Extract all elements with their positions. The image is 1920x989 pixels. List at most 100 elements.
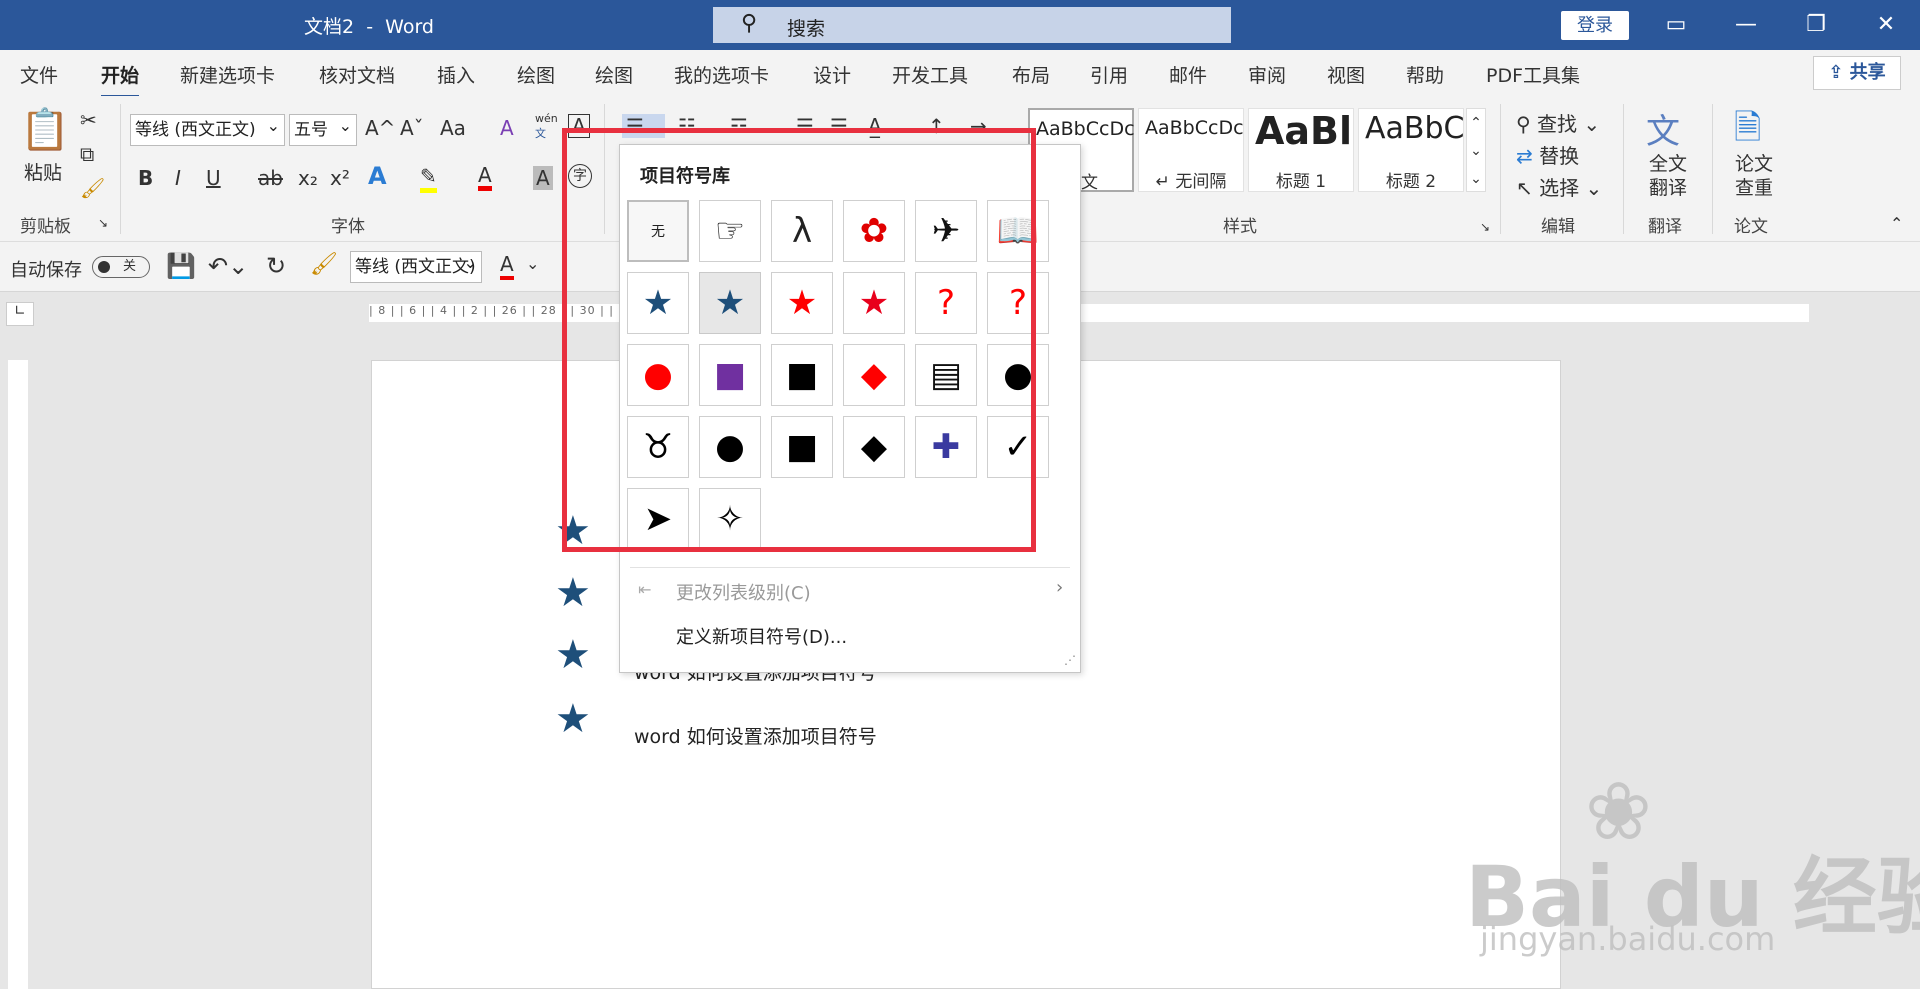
redo-icon[interactable]: ↻ [266, 252, 286, 280]
qat-dropdown-icon[interactable]: ⌄ [526, 254, 539, 273]
bullet-black-circle-icon[interactable]: ● [987, 344, 1049, 406]
tab-mailings[interactable]: 邮件 [1169, 61, 1207, 88]
style-no-spacing[interactable]: AaBbCcDc ↵ 无间隔 [1138, 108, 1244, 192]
save-icon[interactable]: 💾 [166, 252, 196, 280]
translate-icon[interactable]: 文 [1646, 104, 1680, 153]
bullet-lambda-icon[interactable]: λ [771, 200, 833, 262]
bullet-checkmark-icon[interactable]: ✓ [987, 416, 1049, 478]
undo-icon[interactable]: ↶⌄ [208, 252, 248, 280]
bullet-four-point-star-icon[interactable]: ✧ [699, 488, 761, 550]
share-button[interactable]: ⇪ 共享 [1813, 56, 1901, 90]
bullet-red-question-icon[interactable]: ? [915, 272, 977, 334]
tab-home[interactable]: 开始 [101, 61, 140, 98]
font-color-button[interactable]: A [478, 164, 492, 191]
bullet-red-diamond-icon[interactable]: ◆ [843, 344, 905, 406]
paste-button[interactable]: 粘贴 [24, 158, 62, 185]
numbering-button[interactable]: ☷⌄ [678, 114, 713, 138]
bullet-blue-star-current-icon[interactable]: ★ [699, 272, 761, 334]
underline-button[interactable]: U [206, 166, 221, 190]
tab-design[interactable]: 设计 [813, 61, 851, 88]
multilevel-list-button[interactable]: ☶⌄ [730, 114, 765, 138]
bullet-airplane-icon[interactable]: ✈ [915, 200, 977, 262]
cut-icon[interactable]: ✂ [80, 108, 97, 132]
style-heading-1[interactable]: AaBl 标题 1 [1248, 108, 1354, 192]
collapse-ribbon-icon[interactable]: ⌃ [1890, 214, 1903, 233]
horizontal-ruler[interactable]: | 8 | | 6 | | 4 | | 2 | | 26 | | 28 | | … [369, 304, 1809, 322]
define-new-bullet-item[interactable]: 定义新项目符号(D)... [676, 623, 847, 649]
search-box[interactable]: ⚲ 搜索 [713, 7, 1231, 43]
format-painter-icon[interactable]: 🖌 [80, 176, 105, 200]
change-case-button[interactable]: Aa [440, 116, 466, 140]
paste-icon[interactable]: 📋 [20, 106, 70, 153]
tab-new-tab[interactable]: 新建选项卡 [180, 61, 275, 88]
tab-help[interactable]: 帮助 [1406, 61, 1444, 88]
bullet-black-square-icon[interactable]: ■ [771, 344, 833, 406]
tab-selector[interactable]: ∟ [6, 302, 34, 326]
show-marks-button[interactable]: → [970, 114, 987, 138]
login-button[interactable]: 登录 [1561, 11, 1629, 40]
paper-check-button[interactable]: 论文 查重 [1735, 152, 1773, 200]
bullet-open-book-icon[interactable]: 📖 [987, 200, 1049, 262]
bullet-colored-cross-icon[interactable]: ✚ [915, 416, 977, 478]
clipboard-launcher-icon[interactable]: ↘ [98, 216, 108, 230]
styles-scroll[interactable]: ⌃ ⌄ ⌄ [1466, 108, 1486, 192]
tab-draw-2[interactable]: 绘图 [595, 61, 633, 88]
replace-button[interactable]: ⇄ 替换 [1516, 140, 1579, 169]
tab-developer[interactable]: 开发工具 [892, 61, 968, 88]
increase-indent-button[interactable]: ☰ [830, 114, 848, 138]
tab-my-tab[interactable]: 我的选项卡 [674, 61, 769, 88]
phonetic-guide-button[interactable]: wén 文 [535, 112, 558, 141]
bullet-red-flower-icon[interactable]: ✿ [843, 200, 905, 262]
superscript-button[interactable]: x² [330, 166, 350, 190]
bullet-purple-square-icon[interactable]: ■ [699, 344, 761, 406]
close-button[interactable]: ✕ [1856, 8, 1916, 42]
bullet-none[interactable]: 无 [627, 200, 689, 262]
tab-draw[interactable]: 绘图 [517, 61, 555, 88]
bullet-taurus-icon[interactable]: ♉ [627, 416, 689, 478]
character-border-button[interactable]: A [568, 114, 590, 138]
qat-font-color-button[interactable]: A [500, 252, 514, 280]
clear-format-button[interactable]: A [500, 116, 514, 140]
bullet-blue-star-icon[interactable]: ★ [627, 272, 689, 334]
tab-insert[interactable]: 插入 [437, 61, 475, 88]
bullet-red-star-icon[interactable]: ★ [771, 272, 833, 334]
highlight-button[interactable]: ✎ [420, 164, 437, 193]
strikethrough-button[interactable]: ab [258, 166, 283, 190]
styles-launcher-icon[interactable]: ↘ [1480, 220, 1490, 234]
bullet-black-circle-2-icon[interactable]: ● [699, 416, 761, 478]
tab-file[interactable]: 文件 [20, 61, 58, 88]
bullet-red-star-2-icon[interactable]: ★ [843, 272, 905, 334]
italic-button[interactable]: I [175, 166, 181, 190]
sort-button[interactable]: ↕ [928, 114, 945, 138]
qat-font-combo[interactable]: 等线 (西文正文) [350, 251, 482, 283]
tab-layout[interactable]: 布局 [1012, 61, 1050, 88]
enclose-character-button[interactable]: 字 [568, 164, 592, 188]
bullet-red-question-2-icon[interactable]: ? [987, 272, 1049, 334]
bullet-document-icon[interactable]: ▤ [915, 344, 977, 406]
grow-font-button[interactable]: A^ [365, 116, 395, 140]
autosave-toggle[interactable]: 关 [92, 256, 150, 278]
tab-pdf-tools[interactable]: PDF工具集 [1486, 61, 1580, 88]
bullet-black-diamond-icon[interactable]: ◆ [843, 416, 905, 478]
document-line[interactable]: word 如何设置添加项目符号 [634, 722, 877, 749]
bullet-red-circle-icon[interactable]: ● [627, 344, 689, 406]
bullets-button[interactable]: ☰⌄ [622, 114, 665, 138]
bold-button[interactable]: B [138, 166, 153, 190]
copy-icon[interactable]: ⧉ [80, 142, 94, 166]
tab-references[interactable]: 引用 [1090, 61, 1128, 88]
style-heading-2[interactable]: AaBbC 标题 2 [1358, 108, 1464, 192]
find-button[interactable]: ⚲ 查找 ⌄ [1516, 108, 1600, 137]
text-effects-button[interactable]: A [368, 162, 387, 190]
decrease-indent-button[interactable]: ☰ [796, 114, 814, 138]
font-size-combo[interactable]: 五号 [289, 114, 357, 146]
tab-review[interactable]: 审阅 [1248, 61, 1286, 88]
font-name-combo[interactable]: 等线 (西文正文) [130, 114, 285, 146]
format-painter-qat-icon[interactable]: 🖌 [310, 252, 338, 277]
minimize-button[interactable]: — [1716, 8, 1776, 42]
ribbon-display-button[interactable]: ▭ [1646, 8, 1706, 42]
bullet-arrowhead-icon[interactable]: ➤ [627, 488, 689, 550]
bullet-black-square-2-icon[interactable]: ■ [771, 416, 833, 478]
resize-grip-icon[interactable]: ⋰ [1064, 653, 1076, 667]
shrink-font-button[interactable]: Aˇ [400, 116, 424, 140]
vertical-ruler[interactable] [8, 360, 28, 989]
